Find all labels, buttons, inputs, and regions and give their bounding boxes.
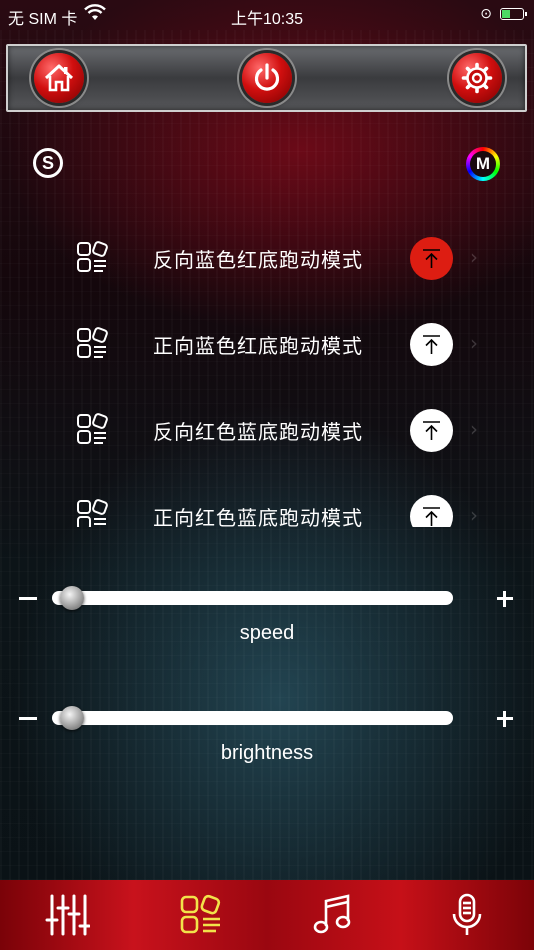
list-item[interactable]: 反向红色蓝底跑动模式 › [0, 387, 534, 473]
speed-slider[interactable] [52, 591, 453, 605]
mode-label: 反向蓝色红底跑动模式 [153, 248, 363, 272]
speed-increase-button[interactable] [497, 591, 513, 607]
speed-label: speed [239, 622, 295, 644]
pin-top-icon [423, 335, 440, 354]
settings-button[interactable] [452, 53, 502, 103]
pin-top-button[interactable] [410, 237, 453, 280]
pin-top-icon [423, 249, 440, 268]
list-item[interactable]: 正向红色蓝底跑动模式 › [0, 473, 534, 527]
chevron-right-icon: › [470, 417, 478, 441]
equalizer-icon [45, 894, 91, 936]
top-toolbar [6, 44, 527, 112]
m-mode-button[interactable]: M [466, 147, 500, 181]
list-item[interactable]: 反向蓝色红底跑动模式 › [0, 215, 534, 301]
status-bar: 无 SIM 卡 上午10:35 ⊙ [0, 0, 534, 30]
m-mode-label: M [470, 151, 496, 177]
pin-top-button[interactable] [410, 409, 453, 452]
modes-icon [180, 894, 221, 934]
microphone-icon [452, 893, 482, 935]
pin-top-button[interactable] [410, 495, 453, 527]
modes-icon [77, 327, 108, 358]
brightness-label: brightness [220, 742, 314, 764]
pin-top-icon [423, 421, 440, 440]
tab-music[interactable] [310, 892, 356, 938]
battery-icon [500, 8, 527, 20]
pin-top-icon [423, 507, 440, 526]
power-button[interactable] [242, 53, 292, 103]
modes-icon [77, 499, 108, 527]
pin-top-button[interactable] [410, 323, 453, 366]
mode-list[interactable]: 反向蓝色红底跑动模式 › 正向蓝色红底跑动模式 › 反向红色蓝底跑动模式 › 正… [0, 215, 534, 527]
brightness-slider-thumb[interactable] [59, 706, 84, 730]
orientation-lock-icon: ⊙ [480, 5, 492, 21]
home-button[interactable] [34, 53, 84, 103]
modes-icon [77, 413, 108, 444]
list-item[interactable]: 正向蓝色红底跑动模式 › [0, 301, 534, 387]
brightness-increase-button[interactable] [497, 711, 513, 727]
chevron-right-icon: › [470, 331, 478, 355]
speed-decrease-button[interactable] [19, 597, 37, 600]
tab-equalizer[interactable] [44, 892, 91, 938]
s-mode-button[interactable]: S [33, 148, 63, 178]
brightness-decrease-button[interactable] [19, 717, 37, 720]
mode-label: 正向红色蓝底跑动模式 [153, 506, 363, 527]
speed-slider-thumb[interactable] [59, 586, 84, 610]
bottom-tab-bar [0, 880, 534, 950]
home-icon [44, 64, 74, 92]
modes-icon [77, 241, 108, 272]
status-time: 上午10:35 [230, 11, 304, 28]
tab-microphone[interactable] [444, 892, 490, 938]
brightness-slider[interactable] [52, 711, 453, 725]
mode-label: 反向红色蓝底跑动模式 [153, 420, 363, 444]
mode-label: 正向蓝色红底跑动模式 [153, 334, 363, 358]
gear-icon [461, 62, 493, 94]
chevron-right-icon: › [470, 503, 478, 527]
power-icon [254, 63, 280, 91]
chevron-right-icon: › [470, 245, 478, 269]
tab-modes[interactable] [178, 892, 224, 938]
music-note-icon [313, 894, 351, 934]
